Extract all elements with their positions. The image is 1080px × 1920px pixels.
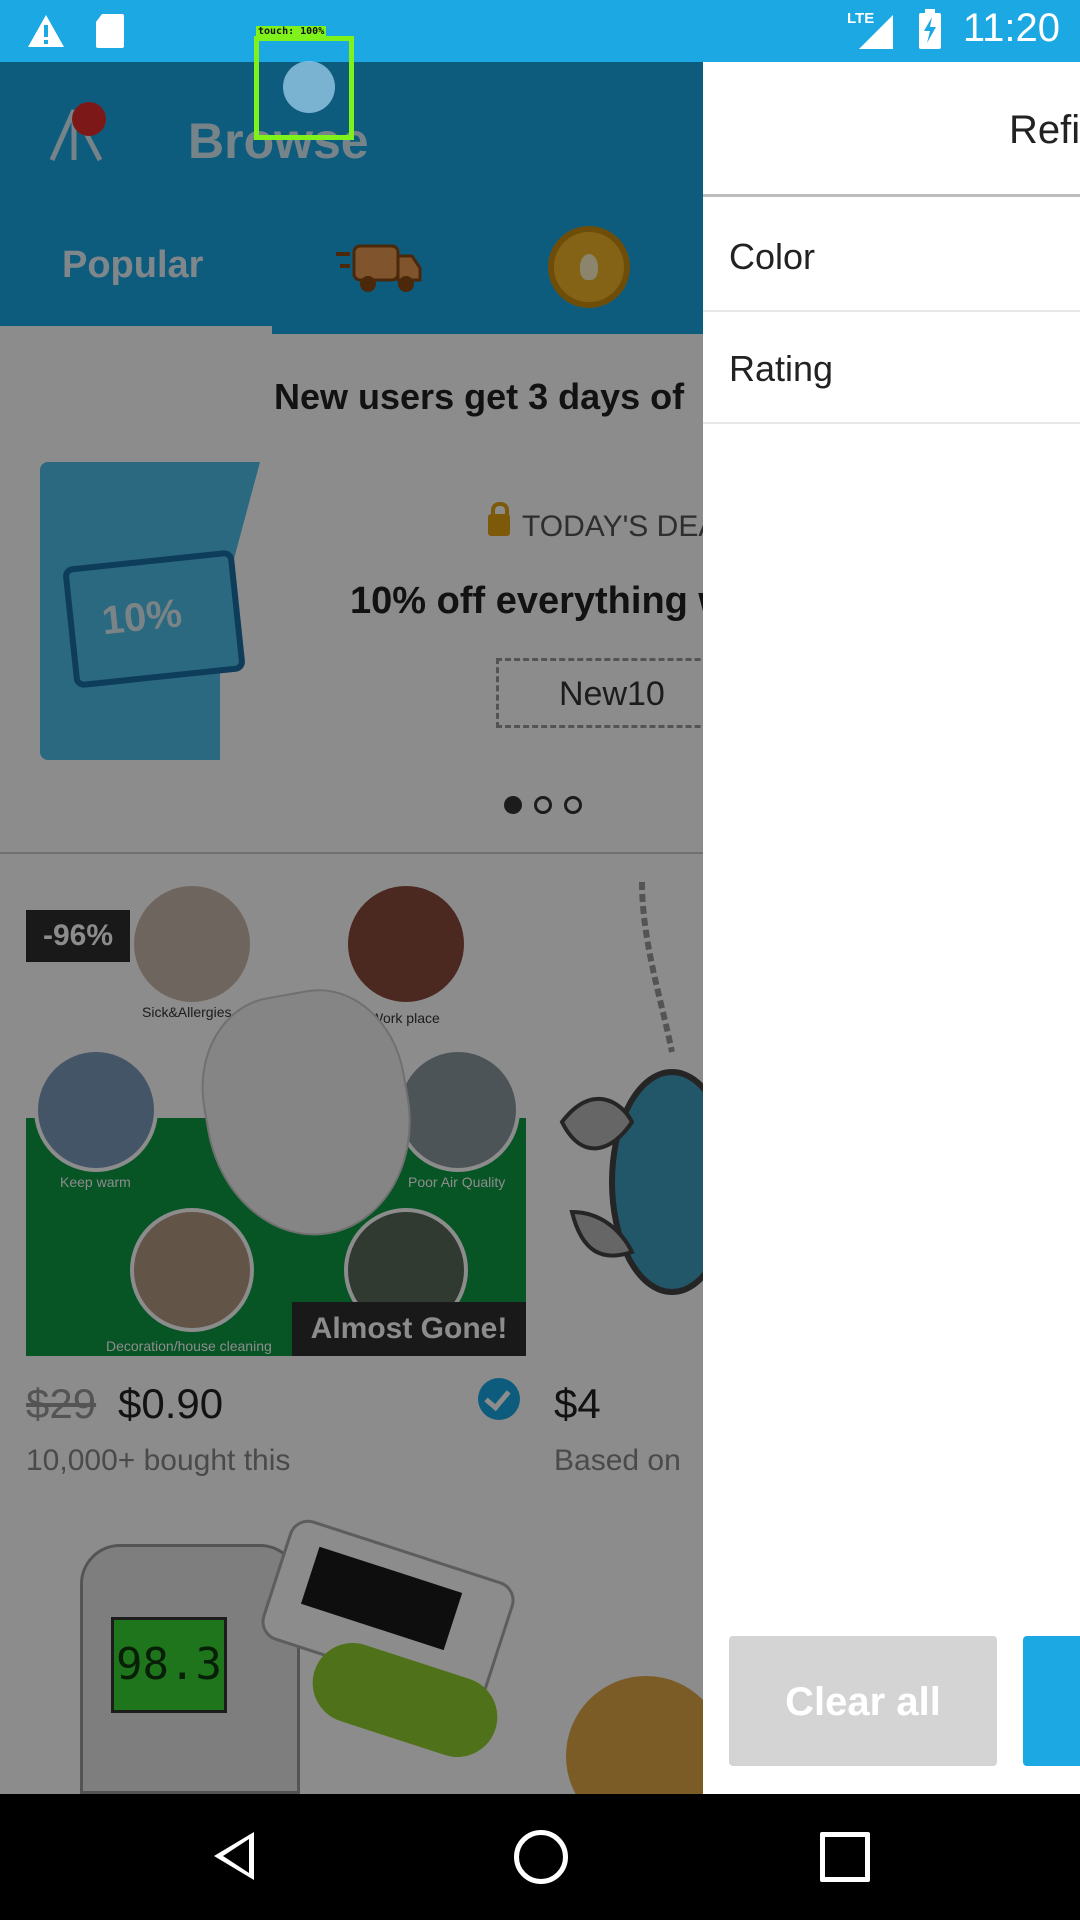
warning-icon: [28, 15, 64, 47]
touch-point: [283, 61, 335, 113]
sd-card-icon: [96, 14, 124, 48]
refine-drawer: Refi Color Rating Clear all: [703, 62, 1080, 1794]
status-bar: LTE 11:20: [0, 0, 1080, 62]
clear-all-label: Clear all: [785, 1680, 941, 1724]
home-icon[interactable]: [514, 1830, 568, 1884]
back-icon-inner: [223, 1839, 249, 1873]
drawer-title: Refi: [1009, 108, 1080, 152]
clock: 11:20: [962, 6, 1060, 50]
drawer-divider: [703, 194, 1080, 197]
filter-color-label: Color: [729, 236, 816, 277]
svg-text:LTE: LTE: [847, 10, 874, 27]
filter-rating-label: Rating: [729, 348, 834, 389]
recent-apps-icon[interactable]: [820, 1832, 870, 1882]
clear-all-button[interactable]: Clear all: [729, 1636, 997, 1766]
filter-rating[interactable]: Rating: [703, 312, 1080, 424]
touch-indicator: [254, 36, 354, 140]
apply-button[interactable]: [1023, 1636, 1080, 1766]
navigation-bar: [0, 1794, 1080, 1920]
battery-charging-icon: [918, 8, 941, 49]
signal-icon: LTE: [847, 10, 893, 49]
filter-color[interactable]: Color: [703, 200, 1080, 312]
